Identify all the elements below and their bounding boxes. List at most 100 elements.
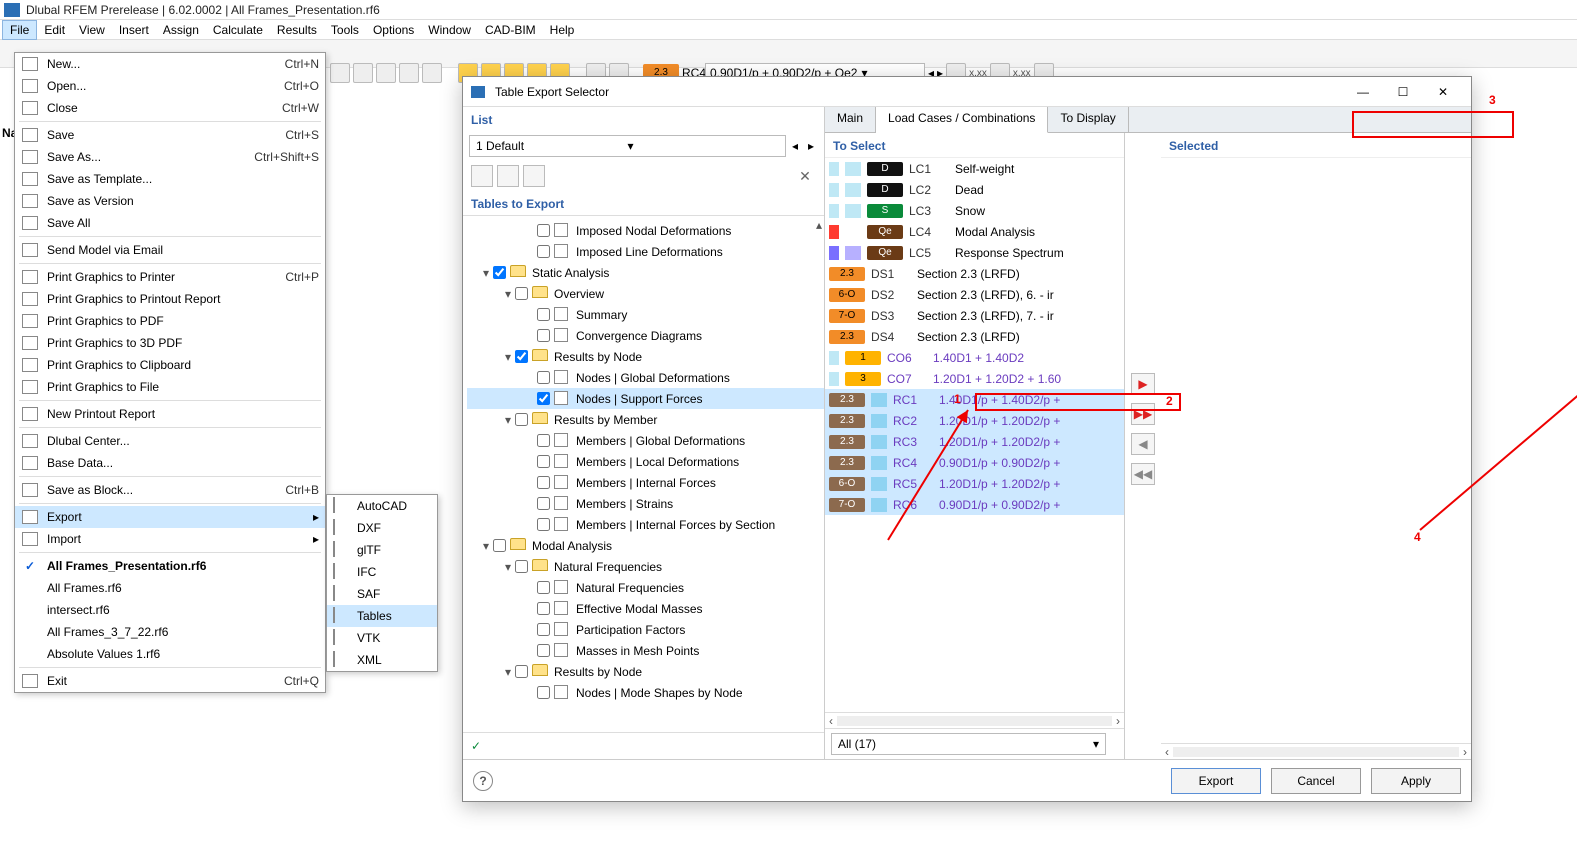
tree-row[interactable]: Members | Strains [467,493,824,514]
tree-row[interactable]: Effective Modal Masses [467,598,824,619]
file-menu-item[interactable]: SaveCtrl+S [15,124,325,146]
move-all-right-button[interactable]: ▶▶ [1131,403,1155,425]
file-menu-item[interactable]: Save All [15,212,325,234]
file-menu-item[interactable]: Print Graphics to Clipboard [15,354,325,376]
tree-row[interactable]: ▾Results by Member [467,409,824,430]
export-sub-item[interactable]: AutoCAD [327,495,437,517]
tree-checkbox[interactable] [537,497,550,510]
h-scrollbar-selected[interactable]: ‹› [1161,743,1471,759]
tree-checkbox[interactable] [537,476,550,489]
loadcase-row[interactable]: 2.3RC11.40D1/p + 1.40D2/p + [825,389,1124,410]
tree-scroll-up[interactable]: ▴ [816,218,822,232]
tree-checkbox[interactable] [515,350,528,363]
loadcase-row[interactable]: QeLC4Modal Analysis [825,221,1124,242]
toolbar-icon[interactable] [422,63,442,83]
file-menu-item[interactable]: Export▸ [15,506,325,528]
loadcase-row[interactable]: 7-ORC60.90D1/p + 0.90D2/p + [825,494,1124,515]
loadcase-row[interactable]: 2.3RC31.20D1/p + 1.20D2/p + [825,431,1124,452]
tree-row[interactable]: Imposed Line Deformations [467,241,824,262]
loadcase-row[interactable]: 2.3DS4Section 2.3 (LRFD) [825,326,1124,347]
file-menu-item[interactable]: All Frames.rf6 [15,577,325,599]
tree-checkbox[interactable] [537,623,550,636]
copy-list-button[interactable] [497,165,519,187]
move-right-button[interactable]: ▶ [1131,373,1155,395]
tree-checkbox[interactable] [537,371,550,384]
loadcase-row[interactable]: 1CO61.40D1 + 1.40D2 [825,347,1124,368]
help-button[interactable]: ? [473,771,493,791]
tab[interactable]: To Display [1048,107,1128,132]
menu-cad-bim[interactable]: CAD-BIM [478,21,543,39]
file-menu-item[interactable]: Print Graphics to 3D PDF [15,332,325,354]
menu-insert[interactable]: Insert [112,21,156,39]
tree-checkbox[interactable] [515,560,528,573]
list-prev-icon[interactable]: ◂ [788,139,802,153]
file-menu-item[interactable]: CloseCtrl+W [15,97,325,119]
file-menu-item[interactable]: ExitCtrl+Q [15,670,325,692]
loadcase-row[interactable]: 2.3DS1Section 2.3 (LRFD) [825,263,1124,284]
tree-row[interactable]: ▾Modal Analysis [467,535,824,556]
export-sub-item[interactable]: IFC [327,561,437,583]
check-all-button[interactable]: ✓ [471,739,481,753]
loadcase-row[interactable]: 3CO71.20D1 + 1.20D2 + 1.60 [825,368,1124,389]
export-sub-item[interactable]: Tables [327,605,437,627]
menu-view[interactable]: View [72,21,112,39]
tree-checkbox[interactable] [537,224,550,237]
list-next-icon[interactable]: ▸ [804,139,818,153]
tree-row[interactable]: Imposed Nodal Deformations [467,220,824,241]
export-button[interactable]: Export [1171,768,1261,794]
menu-file[interactable]: File [2,20,37,40]
clear-list-button[interactable]: ✕ [794,165,816,187]
file-menu-item[interactable]: Absolute Values 1.rf6 [15,643,325,665]
toolbar-icon[interactable] [353,63,373,83]
tree-row[interactable]: ▾Overview [467,283,824,304]
file-menu-item[interactable]: All Frames_3_7_22.rf6 [15,621,325,643]
expand-icon[interactable]: ▾ [501,413,515,427]
tab[interactable]: Load Cases / Combinations [876,107,1048,133]
export-sub-item[interactable]: DXF [327,517,437,539]
tree-row[interactable]: Natural Frequencies [467,577,824,598]
expand-icon[interactable]: ▾ [501,665,515,679]
file-menu-item[interactable]: Base Data... [15,452,325,474]
tables-tree[interactable]: ▴Imposed Nodal DeformationsImposed Line … [463,215,824,732]
tree-row[interactable]: Members | Global Deformations [467,430,824,451]
file-menu-item[interactable]: Dlubal Center... [15,430,325,452]
move-left-button[interactable]: ◀ [1131,433,1155,455]
expand-icon[interactable]: ▾ [479,266,493,280]
close-button[interactable]: ✕ [1423,85,1463,99]
menu-assign[interactable]: Assign [156,21,206,39]
tree-checkbox[interactable] [537,245,550,258]
file-menu-item[interactable]: Save As...Ctrl+Shift+S [15,146,325,168]
toolbar-icon[interactable] [399,63,419,83]
file-menu-item[interactable]: Save as Block...Ctrl+B [15,479,325,501]
expand-icon[interactable]: ▾ [501,350,515,364]
menu-window[interactable]: Window [421,21,478,39]
file-menu-item[interactable]: New...Ctrl+N [15,53,325,75]
file-menu-item[interactable]: Print Graphics to Printout Report [15,288,325,310]
to-select-list[interactable]: DLC1Self-weightDLC2DeadSLC3SnowQeLC4Moda… [825,157,1124,712]
loadcase-row[interactable]: 2.3RC40.90D1/p + 0.90D2/p + [825,452,1124,473]
file-menu-item[interactable]: New Printout Report [15,403,325,425]
tree-checkbox[interactable] [537,392,550,405]
export-sub-item[interactable]: SAF [327,583,437,605]
menu-tools[interactable]: Tools [324,21,366,39]
menu-results[interactable]: Results [270,21,324,39]
loadcase-row[interactable]: DLC2Dead [825,179,1124,200]
edit-list-button[interactable] [523,165,545,187]
list-dropdown[interactable]: 1 Default▾ [469,135,786,157]
toolbar-icon[interactable] [330,63,350,83]
tree-checkbox[interactable] [515,413,528,426]
tree-row[interactable]: Participation Factors [467,619,824,640]
file-menu-item[interactable]: Open...Ctrl+O [15,75,325,97]
tree-row[interactable]: Masses in Mesh Points [467,640,824,661]
loadcase-row[interactable]: 6-ORC51.20D1/p + 1.20D2/p + [825,473,1124,494]
tree-row[interactable]: Members | Internal Forces by Section [467,514,824,535]
export-sub-item[interactable]: VTK [327,627,437,649]
tree-checkbox[interactable] [493,539,506,552]
menu-help[interactable]: Help [543,21,582,39]
expand-icon[interactable]: ▾ [501,560,515,574]
cancel-button[interactable]: Cancel [1271,768,1361,794]
loadcase-row[interactable]: 2.3RC21.20D1/p + 1.20D2/p + [825,410,1124,431]
toolbar-icon[interactable] [376,63,396,83]
tree-checkbox[interactable] [515,665,528,678]
file-menu-item[interactable]: ✓All Frames_Presentation.rf6 [15,555,325,577]
